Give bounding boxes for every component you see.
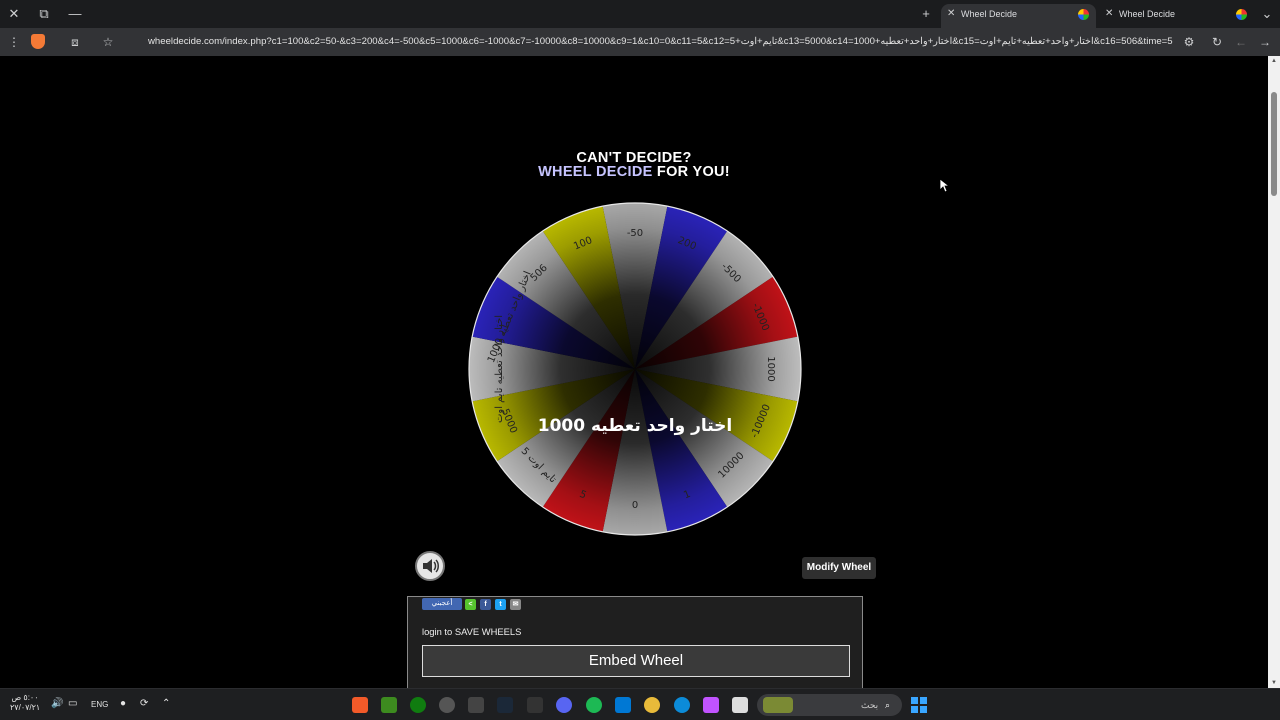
chrome-app-icon[interactable] [644, 697, 660, 713]
wheel-segment-label: -50 [627, 228, 643, 239]
email-icon[interactable]: ✉ [510, 599, 521, 610]
copilot-app-icon[interactable] [703, 697, 719, 713]
speaker-icon [423, 559, 439, 573]
microphone-icon[interactable]: ● [120, 698, 126, 709]
tray-chevron-up-icon[interactable]: ⌃ [162, 698, 170, 709]
wheel-favicon-icon [1078, 9, 1089, 20]
tab-wheel-decide[interactable]: ✕ Wheel Decide [1099, 4, 1254, 28]
recorder-app-icon[interactable] [439, 697, 455, 713]
modify-wheel-button[interactable]: Modify Wheel [802, 557, 876, 579]
tool-app-icon[interactable] [468, 697, 484, 713]
back-arrow-icon[interactable]: ← [1232, 33, 1250, 51]
tab-label: Wheel Decide [961, 9, 1018, 19]
brave-app-icon[interactable] [352, 697, 368, 713]
tab-wheel-decide-active[interactable]: ✕ Wheel Decide [941, 4, 1096, 28]
network-icon[interactable]: ▭ [68, 698, 77, 709]
page-content: CAN'T DECIDE? WHEEL DECIDE FOR YOU! -50 2… [0, 56, 1268, 688]
wheel-options-panel: أعجبني < f t ✉ login to SAVE WHEELS Embe… [407, 596, 863, 688]
login-save-link[interactable]: login to SAVE WHEELS [422, 626, 521, 637]
search-icon: ⌕ [885, 700, 891, 710]
volume-icon[interactable]: 🔊 [51, 698, 63, 709]
bookmark-star-icon[interactable]: ☆ [99, 33, 117, 51]
embed-wheel-button[interactable]: Embed Wheel [422, 645, 850, 677]
epic-games-app-icon[interactable] [527, 697, 543, 713]
headline-brand: WHEEL DECIDE [538, 164, 653, 180]
clock-time: ٥:٠٠ ص [11, 693, 39, 702]
sound-toggle-button[interactable] [415, 551, 445, 581]
new-tab-button[interactable]: + [917, 5, 935, 23]
wheel-shading [469, 203, 801, 535]
xbox-app-icon[interactable] [410, 697, 426, 713]
tab-list-chevron-icon[interactable]: ⌄ [1258, 5, 1276, 23]
wheel-segment-label: 1000 [765, 356, 776, 381]
mouse-cursor-icon [940, 179, 950, 193]
tab-bar: ✕ ⧉ — + ✕ Wheel Decide ✕ Wheel Decide ⌄ [0, 0, 1280, 28]
scroll-down-arrow-icon[interactable]: ▼ [1270, 680, 1278, 686]
decision-wheel[interactable]: -50200-500-10001000-1000010000105تايم او… [468, 202, 802, 536]
page-scrollbar[interactable]: ▲ ▼ [1268, 56, 1280, 688]
sync-icon[interactable]: ⟳ [140, 698, 148, 709]
minecraft-app-icon[interactable] [381, 697, 397, 713]
windows-start-icon[interactable] [911, 697, 927, 713]
store-app-icon[interactable] [615, 697, 631, 713]
taskbar-search-input[interactable]: بحث ⌕ [757, 694, 902, 716]
restore-window-icon[interactable]: ⧉ [35, 5, 53, 23]
spotify-app-icon[interactable] [586, 697, 602, 713]
facebook-icon[interactable]: f [480, 599, 491, 610]
edge-app-icon[interactable] [674, 697, 690, 713]
clock[interactable]: ٥:٠٠ ص ٢٧/٠٧/٢١ [10, 693, 40, 713]
twitter-icon[interactable]: t [495, 599, 506, 610]
headline-tagline: WHEEL DECIDE FOR YOU! [0, 164, 1268, 180]
reload-icon[interactable]: ↻ [1208, 33, 1226, 51]
tab-label: Wheel Decide [1119, 9, 1176, 19]
steam-app-icon[interactable] [497, 697, 513, 713]
wheel-favicon-icon [1236, 9, 1247, 20]
share-icon[interactable]: < [465, 599, 476, 610]
clock-date: ٢٧/٠٧/٢١ [10, 703, 41, 712]
os-taskbar: ٥:٠٠ ص ٢٧/٠٧/٢١ 🔊 ▭ ENG ● ⟳ ⌃ بحث ⌕ [0, 688, 1280, 720]
facebook-like-button[interactable]: أعجبني [422, 598, 462, 610]
forward-arrow-icon[interactable]: → [1256, 33, 1274, 51]
close-window-icon[interactable]: ✕ [5, 5, 23, 23]
scroll-up-arrow-icon[interactable]: ▲ [1270, 58, 1278, 64]
search-highlight-art-icon [763, 697, 793, 713]
file-explorer-app-icon[interactable] [732, 697, 748, 713]
minimize-window-icon[interactable]: — [66, 5, 84, 23]
tab-close-icon[interactable]: ✕ [1105, 4, 1113, 24]
scroll-thumb[interactable] [1271, 92, 1277, 196]
menu-kebab-icon[interactable]: ⋮ [5, 33, 23, 51]
address-bar[interactable]: wheeldecide.com/index.php?c1=100&c2=50-&… [118, 32, 1198, 52]
search-placeholder: بحث [861, 700, 879, 710]
brave-shield-icon[interactable] [31, 34, 45, 49]
wheel-segment-label: 0 [632, 500, 638, 511]
language-indicator[interactable]: ENG [91, 700, 108, 709]
discord-app-icon[interactable] [556, 697, 572, 713]
tab-close-icon[interactable]: ✕ [947, 4, 955, 24]
extensions-icon[interactable]: ⧈ [66, 33, 84, 51]
headline-rest: FOR YOU! [652, 164, 730, 180]
wheel-result-label: اختار واحد تعطيه 1000 [538, 416, 733, 436]
